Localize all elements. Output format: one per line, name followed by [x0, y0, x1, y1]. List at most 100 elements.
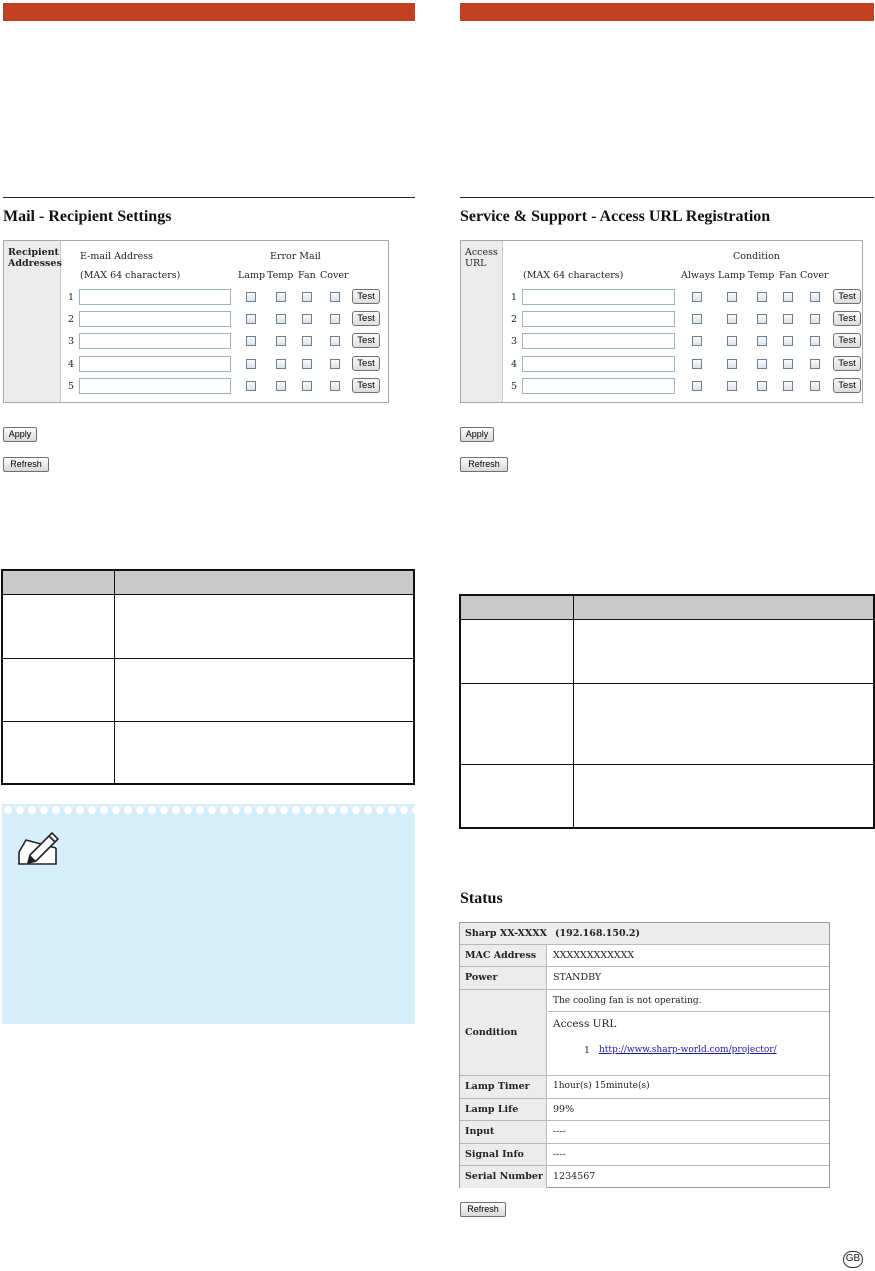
pencil-icon [16, 830, 62, 866]
fan-checkbox-3[interactable] [302, 336, 312, 346]
fan-checkbox-5[interactable] [302, 381, 312, 391]
lamp-checkbox-1[interactable] [727, 292, 737, 302]
test-button-4[interactable]: Test [833, 356, 861, 371]
fan-checkbox-2[interactable] [302, 314, 312, 324]
fan-checkbox-5[interactable] [783, 381, 793, 391]
lamp-checkbox-5[interactable] [246, 381, 256, 391]
test-button-2[interactable]: Test [833, 311, 861, 326]
checkbox-header-cover: Cover [320, 270, 349, 281]
email-address-field-3[interactable] [79, 333, 231, 349]
test-button-1[interactable]: Test [352, 289, 380, 304]
cover-checkbox-5[interactable] [330, 381, 340, 391]
always-checkbox-3[interactable] [692, 336, 702, 346]
temp-checkbox-4[interactable] [276, 359, 286, 369]
status-row-condition: Condition The cooling fan is not operati… [460, 990, 829, 1076]
cover-checkbox-3[interactable] [810, 336, 820, 346]
lamp-checkbox-4[interactable] [246, 359, 256, 369]
always-checkbox-4[interactable] [692, 359, 702, 369]
cover-checkbox-5[interactable] [810, 381, 820, 391]
lamp-checkbox-5[interactable] [727, 381, 737, 391]
fan-checkbox-2[interactable] [783, 314, 793, 324]
condition-text: The cooling fan is not operating. [553, 996, 702, 1006]
checkbox-header-always: Always [681, 270, 715, 281]
lamp-checkbox-4[interactable] [727, 359, 737, 369]
fan-checkbox-1[interactable] [302, 292, 312, 302]
lamp-checkbox-3[interactable] [727, 336, 737, 346]
access-url-link[interactable]: http://www.sharp-world.com/projector/ [599, 1045, 777, 1055]
table-header [461, 596, 873, 620]
email-address-field-1[interactable] [79, 289, 231, 305]
temp-checkbox-4[interactable] [757, 359, 767, 369]
access-url-panel: Access URL Condition (MAX 64 characters)… [460, 240, 863, 403]
status-row: Signal Info ---- [460, 1144, 829, 1166]
always-checkbox-2[interactable] [692, 314, 702, 324]
temp-checkbox-1[interactable] [276, 292, 286, 302]
test-button-3[interactable]: Test [352, 333, 380, 348]
apply-button-service[interactable]: Apply [460, 427, 494, 442]
always-checkbox-1[interactable] [692, 292, 702, 302]
cover-checkbox-1[interactable] [330, 292, 340, 302]
email-address-field-2[interactable] [79, 311, 231, 327]
access-url-field-5[interactable] [522, 378, 675, 394]
mail-description-table [1, 569, 415, 785]
cover-checkbox-3[interactable] [330, 336, 340, 346]
test-button-3[interactable]: Test [833, 333, 861, 348]
status-label: Lamp Timer [465, 1081, 530, 1092]
access-url-field-4[interactable] [522, 356, 675, 372]
test-button-1[interactable]: Test [833, 289, 861, 304]
cover-checkbox-1[interactable] [810, 292, 820, 302]
access-url-field-2[interactable] [522, 311, 675, 327]
status-value: XXXXXXXXXXXX [553, 950, 635, 961]
lamp-checkbox-3[interactable] [246, 336, 256, 346]
test-button-4[interactable]: Test [352, 356, 380, 371]
test-button-2[interactable]: Test [352, 311, 380, 326]
fan-checkbox-4[interactable] [783, 359, 793, 369]
access-url-field-1[interactable] [522, 289, 675, 305]
apply-button-mail[interactable]: Apply [3, 427, 37, 442]
status-label: MAC Address [465, 950, 537, 961]
row-number: 4 [510, 359, 517, 370]
email-address-field-5[interactable] [79, 378, 231, 394]
table-header [3, 571, 413, 595]
email-address-field-4[interactable] [79, 356, 231, 372]
section-title-status: Status [460, 890, 503, 907]
fan-checkbox-4[interactable] [302, 359, 312, 369]
cover-checkbox-2[interactable] [810, 314, 820, 324]
temp-checkbox-5[interactable] [757, 381, 767, 391]
status-table: Sharp XX-XXXX (192.168.150.2) MAC Addres… [459, 922, 830, 1188]
test-button-5[interactable]: Test [833, 378, 861, 393]
access-url-field-3[interactable] [522, 333, 675, 349]
checkbox-header-cover: Cover [800, 270, 829, 281]
checkbox-header-fan: Fan [779, 270, 797, 281]
checkbox-header-lamp: Lamp [238, 270, 266, 281]
fan-checkbox-1[interactable] [783, 292, 793, 302]
lamp-checkbox-2[interactable] [246, 314, 256, 324]
section-rule [460, 197, 874, 198]
cover-checkbox-4[interactable] [330, 359, 340, 369]
row-number: 1 [67, 292, 74, 303]
temp-checkbox-5[interactable] [276, 381, 286, 391]
status-label: Condition [465, 1027, 518, 1038]
temp-checkbox-1[interactable] [757, 292, 767, 302]
refresh-button-service[interactable]: Refresh [460, 457, 508, 472]
refresh-button-mail[interactable]: Refresh [3, 457, 49, 472]
header-bar-right [460, 3, 874, 21]
lamp-checkbox-2[interactable] [727, 314, 737, 324]
status-label: Lamp Life [465, 1104, 519, 1115]
status-row: Serial Number 1234567 [460, 1166, 829, 1188]
temp-checkbox-3[interactable] [757, 336, 767, 346]
row-number: 3 [67, 336, 74, 347]
row-number: 5 [67, 381, 74, 392]
status-row: Lamp Life 99% [460, 1099, 829, 1121]
cover-checkbox-2[interactable] [330, 314, 340, 324]
lamp-checkbox-1[interactable] [246, 292, 256, 302]
column-header-address: E-mail Address [80, 251, 154, 262]
temp-checkbox-2[interactable] [276, 314, 286, 324]
test-button-5[interactable]: Test [352, 378, 380, 393]
always-checkbox-5[interactable] [692, 381, 702, 391]
refresh-button-status[interactable]: Refresh [460, 1202, 506, 1217]
temp-checkbox-2[interactable] [757, 314, 767, 324]
fan-checkbox-3[interactable] [783, 336, 793, 346]
cover-checkbox-4[interactable] [810, 359, 820, 369]
temp-checkbox-3[interactable] [276, 336, 286, 346]
